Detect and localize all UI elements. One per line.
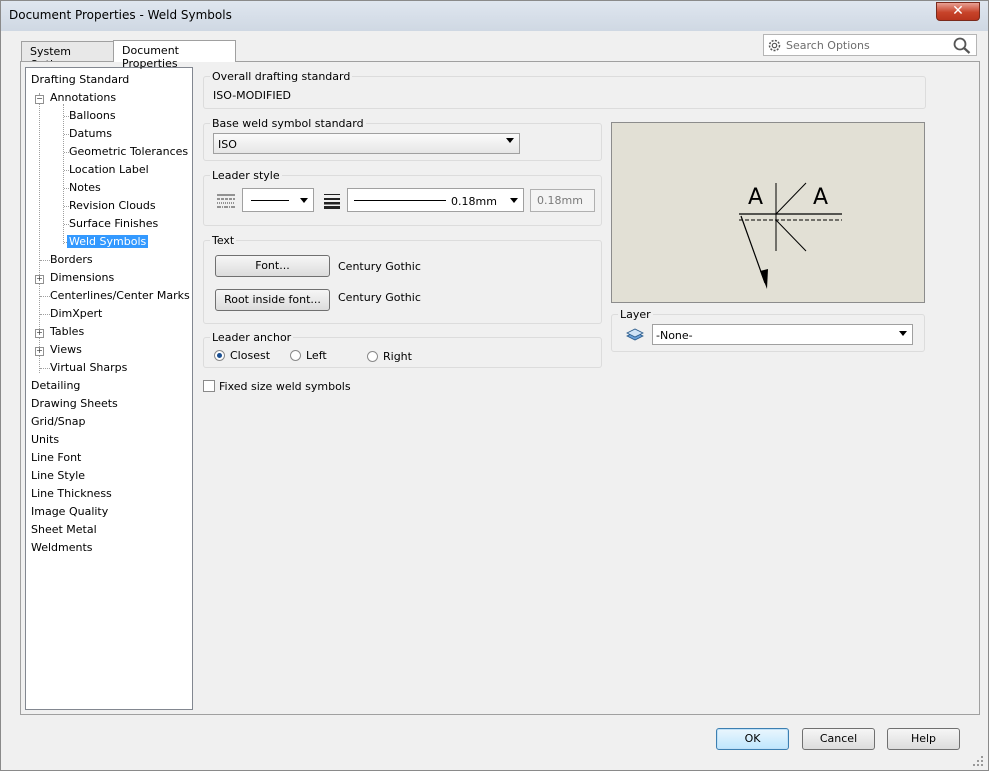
tab-label: Document Properties — [122, 44, 179, 70]
tree-item-units[interactable]: Units — [31, 432, 59, 448]
line-thickness-icon — [324, 194, 340, 209]
ok-button[interactable]: OK — [716, 728, 789, 750]
help-button[interactable]: Help — [887, 728, 960, 750]
chevron-down-icon — [300, 198, 308, 203]
tree-item-centerlines[interactable]: Centerlines/Center Marks — [50, 288, 190, 304]
close-button[interactable]: ✕ — [936, 2, 980, 21]
tree-item-surface-finishes[interactable]: Surface Finishes — [69, 216, 158, 232]
layer-label: Layer — [618, 308, 653, 321]
tree-item-views[interactable]: Views — [50, 342, 82, 358]
base-weld-select[interactable]: ISO — [213, 133, 520, 154]
tree-item-line-thickness[interactable]: Line Thickness — [31, 486, 112, 502]
tree-item-weldments[interactable]: Weldments — [31, 540, 93, 556]
line-style-icon — [217, 194, 235, 208]
radio-closest[interactable] — [214, 350, 225, 361]
tree-item-drawing-sheets[interactable]: Drawing Sheets — [31, 396, 118, 412]
layer-value: -None- — [656, 329, 693, 342]
gear-icon — [768, 39, 781, 52]
custom-thickness-value: 0.18mm — [537, 194, 583, 207]
chevron-down-icon — [506, 138, 514, 143]
radio-right-label: Right — [383, 350, 412, 363]
options-tree: Drafting Standard − Annotations Balloons… — [25, 67, 193, 710]
fixed-size-checkbox[interactable] — [203, 380, 215, 392]
weld-symbol-preview: A A — [611, 122, 925, 303]
chevron-down-icon — [899, 331, 907, 336]
radio-closest-label: Closest — [230, 349, 271, 362]
layer-select[interactable]: -None- — [652, 324, 913, 345]
radio-left-label: Left — [306, 349, 327, 362]
overall-standard-label: Overall drafting standard — [210, 70, 353, 83]
tree-item-balloons[interactable]: Balloons — [69, 108, 116, 124]
expand-icon[interactable]: + — [35, 329, 44, 338]
leader-style-label: Leader style — [210, 169, 282, 182]
root-font-name: Century Gothic — [338, 291, 421, 304]
tree-item-virtual-sharps[interactable]: Virtual Sharps — [50, 360, 127, 376]
preview-right-text: A — [813, 185, 829, 210]
line-style-select[interactable] — [242, 188, 314, 212]
tree-item-borders[interactable]: Borders — [50, 252, 93, 268]
tree-item-weld-symbols[interactable]: Weld Symbols — [67, 234, 149, 250]
overall-standard-value: ISO-MODIFIED — [213, 89, 292, 102]
tree-item-line-font[interactable]: Line Font — [31, 450, 81, 466]
text-group — [203, 240, 602, 324]
tree-item-grid-snap[interactable]: Grid/Snap — [31, 414, 85, 430]
expand-icon[interactable]: + — [35, 347, 44, 356]
tree-item-sheet-metal[interactable]: Sheet Metal — [31, 522, 97, 538]
tree-branch — [40, 260, 50, 261]
tree-item-dimxpert[interactable]: DimXpert — [50, 306, 102, 322]
search-placeholder: Search Options — [786, 39, 870, 52]
weld-symbol-drawing — [739, 182, 842, 289]
custom-thickness-field[interactable]: 0.18mm — [530, 189, 595, 212]
fixed-size-label: Fixed size weld symbols — [219, 380, 351, 393]
resize-grip-icon[interactable] — [972, 755, 984, 767]
collapse-icon[interactable]: − — [35, 95, 44, 104]
root-inside-font-button[interactable]: Root inside font... — [215, 289, 330, 311]
tree-item-detailing[interactable]: Detailing — [31, 378, 80, 394]
chevron-down-icon — [510, 198, 518, 203]
search-icon[interactable] — [953, 37, 971, 54]
preview-left-text: A — [748, 185, 764, 210]
radio-left[interactable] — [290, 350, 301, 361]
window-title: Document Properties - Weld Symbols — [9, 8, 232, 22]
tree-branch — [40, 368, 50, 369]
tree-item-location-label[interactable]: Location Label — [69, 162, 149, 178]
tree-item-dimensions[interactable]: Dimensions — [50, 270, 114, 286]
tree-branch — [40, 314, 50, 315]
title-bar[interactable]: Document Properties - Weld Symbols ✕ — [1, 1, 988, 31]
radio-right[interactable] — [367, 351, 378, 362]
tree-item-geometric-tolerances[interactable]: Geometric Tolerances — [69, 144, 188, 160]
layer-icon — [626, 328, 644, 341]
tree-item-notes[interactable]: Notes — [69, 180, 101, 196]
line-thickness-select[interactable]: 0.18mm — [347, 188, 524, 212]
tree-item-annotations[interactable]: Annotations — [50, 90, 116, 106]
search-input[interactable]: Search Options — [763, 34, 977, 56]
line-style-sample — [251, 200, 289, 201]
line-thickness-sample — [354, 200, 446, 201]
font-button[interactable]: Font... — [215, 255, 330, 277]
base-weld-label: Base weld symbol standard — [210, 117, 366, 130]
text-group-label: Text — [210, 234, 237, 247]
tree-branch — [40, 296, 50, 297]
leader-anchor-label: Leader anchor — [210, 331, 294, 344]
tree-item-revision-clouds[interactable]: Revision Clouds — [69, 198, 156, 214]
tree-item-tables[interactable]: Tables — [50, 324, 84, 340]
expand-icon[interactable]: + — [35, 275, 44, 284]
line-thickness-value: 0.18mm — [451, 195, 497, 208]
tab-document-properties[interactable]: Document Properties — [113, 40, 236, 70]
tree-item-image-quality[interactable]: Image Quality — [31, 504, 108, 520]
tree-item-drafting-standard[interactable]: Drafting Standard — [31, 72, 129, 88]
tab-system-options[interactable]: System Options — [21, 41, 114, 71]
tree-line — [63, 104, 64, 244]
tree-item-line-style[interactable]: Line Style — [31, 468, 85, 484]
cancel-button[interactable]: Cancel — [802, 728, 875, 750]
font-name: Century Gothic — [338, 260, 421, 273]
base-weld-value: ISO — [218, 138, 237, 151]
tree-item-datums[interactable]: Datums — [69, 126, 112, 142]
